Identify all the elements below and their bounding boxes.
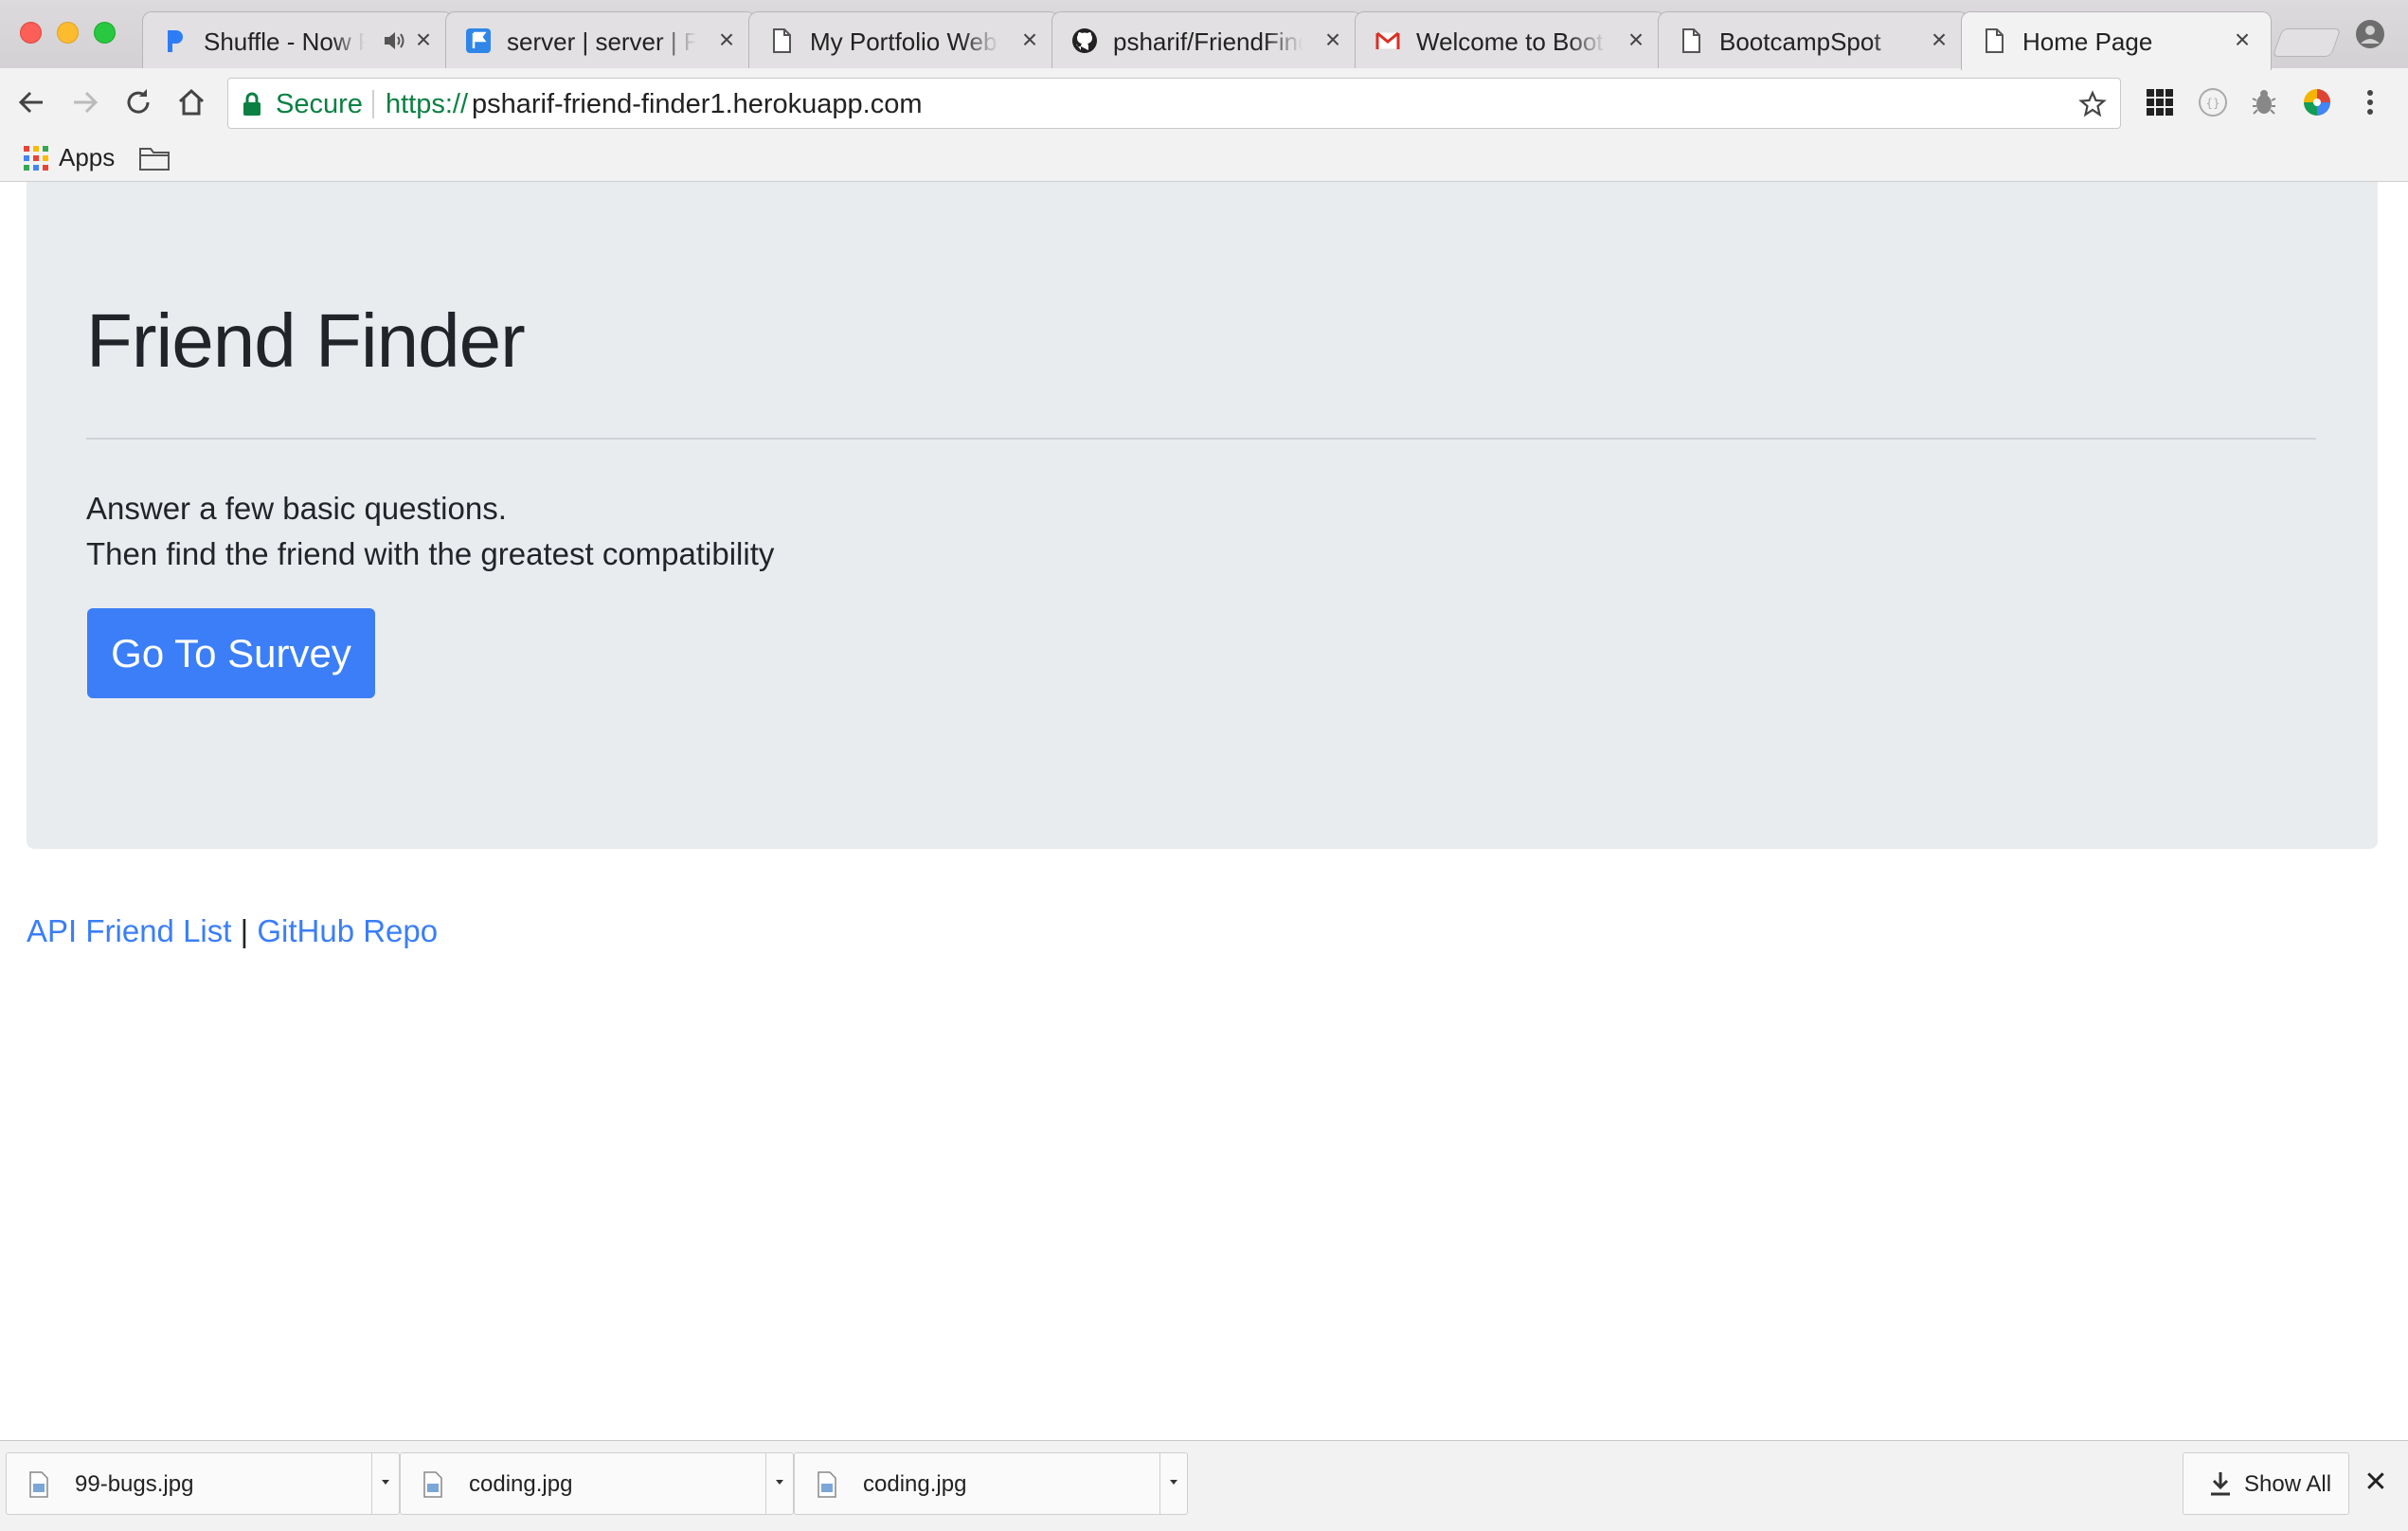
tab-title: Shuffle - Now P (204, 27, 365, 56)
tab-gmail[interactable]: Welcome to BootC × (1355, 11, 1665, 68)
download-shelf: 99-bugs.jpg coding.jpg coding.jpg Show A… (0, 1440, 2408, 1531)
tab-close-button[interactable]: × (713, 27, 740, 53)
tab-close-button[interactable]: × (1623, 27, 1649, 53)
reload-icon[interactable] (121, 85, 155, 119)
profile-icon[interactable] (2355, 19, 2385, 49)
tab-title: My Portfolio Websi (810, 27, 999, 56)
show-all-downloads-button[interactable]: Show All (2183, 1452, 2349, 1515)
tab-title: Welcome to BootC (1416, 27, 1606, 56)
download-file-name: coding.jpg (863, 1471, 967, 1497)
forward-icon[interactable] (68, 85, 102, 119)
flag-icon (466, 28, 491, 53)
tab-close-button[interactable]: × (1320, 27, 1346, 53)
download-file-name: 99-bugs.jpg (75, 1471, 194, 1497)
lock-icon (243, 92, 261, 116)
window-close-button[interactable] (20, 22, 42, 44)
url-scheme: https:// (386, 89, 469, 119)
show-all-label: Show All (2244, 1471, 2332, 1497)
extension-json-icon[interactable]: {} (2196, 85, 2230, 119)
caret-down-icon[interactable] (772, 1474, 787, 1489)
tab-github[interactable]: psharif/FriendFind × (1051, 11, 1362, 68)
tab-portfolio[interactable]: My Portfolio Websi × (748, 11, 1059, 68)
extension-color-wheel-icon[interactable] (2300, 85, 2334, 119)
page-title: Friend Finder (86, 298, 526, 383)
window-zoom-button[interactable] (94, 22, 116, 44)
home-icon[interactable] (174, 85, 208, 119)
tab-close-button[interactable]: × (1926, 27, 1952, 53)
download-item[interactable]: coding.jpg (794, 1452, 1188, 1515)
tab-title: psharif/FriendFind (1113, 27, 1303, 56)
folder-icon[interactable] (138, 144, 171, 172)
download-file-name: coding.jpg (469, 1471, 573, 1497)
tab-close-button[interactable]: × (410, 27, 437, 53)
tab-title: server | server | Fo (507, 27, 696, 56)
svg-text:{}: {} (2205, 97, 2219, 110)
new-tab-button[interactable] (2272, 28, 2342, 57)
github-icon (1072, 28, 1097, 53)
menu-kebab-icon[interactable] (2353, 85, 2387, 119)
tab-title: Home Page (2022, 27, 2153, 56)
caret-down-icon[interactable] (378, 1474, 393, 1489)
go-to-survey-button[interactable]: Go To Survey (87, 608, 375, 698)
tab-close-button[interactable]: × (2229, 27, 2255, 53)
extension-grid-icon[interactable] (2143, 85, 2177, 119)
caret-down-icon[interactable] (1166, 1474, 1181, 1489)
tab-close-button[interactable]: × (1016, 27, 1043, 53)
apps-grid-icon[interactable] (23, 145, 49, 171)
bookmark-star-icon[interactable] (2078, 90, 2107, 118)
page-icon (1986, 28, 2004, 53)
address-bar[interactable]: Secure https:// psharif-friend-finder1.h… (227, 78, 2121, 129)
back-icon[interactable] (14, 85, 48, 119)
omnibox-divider (372, 90, 374, 118)
api-friend-list-link[interactable]: API Friend List (27, 913, 231, 948)
pandora-icon (168, 30, 183, 52)
window-minimize-button[interactable] (57, 22, 79, 44)
download-item[interactable]: 99-bugs.jpg (6, 1452, 400, 1515)
extension-bug-icon[interactable] (2247, 85, 2281, 119)
tab-title: BootcampSpot (1719, 27, 1881, 56)
speaker-icon[interactable] (382, 28, 406, 53)
lead-text: Then find the friend with the greatest c… (86, 536, 775, 571)
download-item[interactable]: coding.jpg (400, 1452, 794, 1515)
download-item-divider (1159, 1453, 1160, 1514)
image-file-icon (818, 1471, 836, 1498)
secure-label: Secure (276, 89, 363, 119)
page-icon (1682, 28, 1700, 53)
tab-bootcampspot[interactable]: BootcampSpot × (1658, 11, 1968, 68)
link-separator: | (231, 913, 258, 948)
lead-text: Answer a few basic questions. (86, 491, 507, 526)
tab-home-page[interactable]: Home Page × (1961, 11, 2272, 70)
download-item-divider (765, 1453, 766, 1514)
github-repo-link[interactable]: GitHub Repo (257, 913, 438, 948)
jumbotron: Friend Finder Answer a few basic questio… (27, 182, 2378, 849)
image-file-icon (29, 1471, 48, 1498)
apps-bookmark[interactable]: Apps (59, 142, 115, 172)
tab-shuffle[interactable]: Shuffle - Now P × (142, 11, 453, 68)
bookmarks-bar: Apps (0, 136, 2408, 182)
page-icon (773, 28, 791, 53)
footer-links: API Friend List | GitHub Repo (27, 911, 438, 951)
browser-toolbar: Secure https:// psharif-friend-finder1.h… (0, 68, 2408, 136)
download-icon (2211, 1472, 2230, 1496)
image-file-icon (423, 1471, 442, 1498)
tab-strip: Shuffle - Now P × server | server | Fo ×… (0, 0, 2408, 70)
download-item-divider (371, 1453, 372, 1514)
gmail-icon (1375, 31, 1400, 50)
page-content: Friend Finder Answer a few basic questio… (0, 182, 2408, 1440)
close-downloads-icon[interactable]: ✕ (2363, 1468, 2389, 1497)
tab-server[interactable]: server | server | Fo × (445, 11, 756, 68)
url-host: psharif-friend-finder1.herokuapp.com (472, 89, 923, 119)
divider (86, 438, 2316, 440)
